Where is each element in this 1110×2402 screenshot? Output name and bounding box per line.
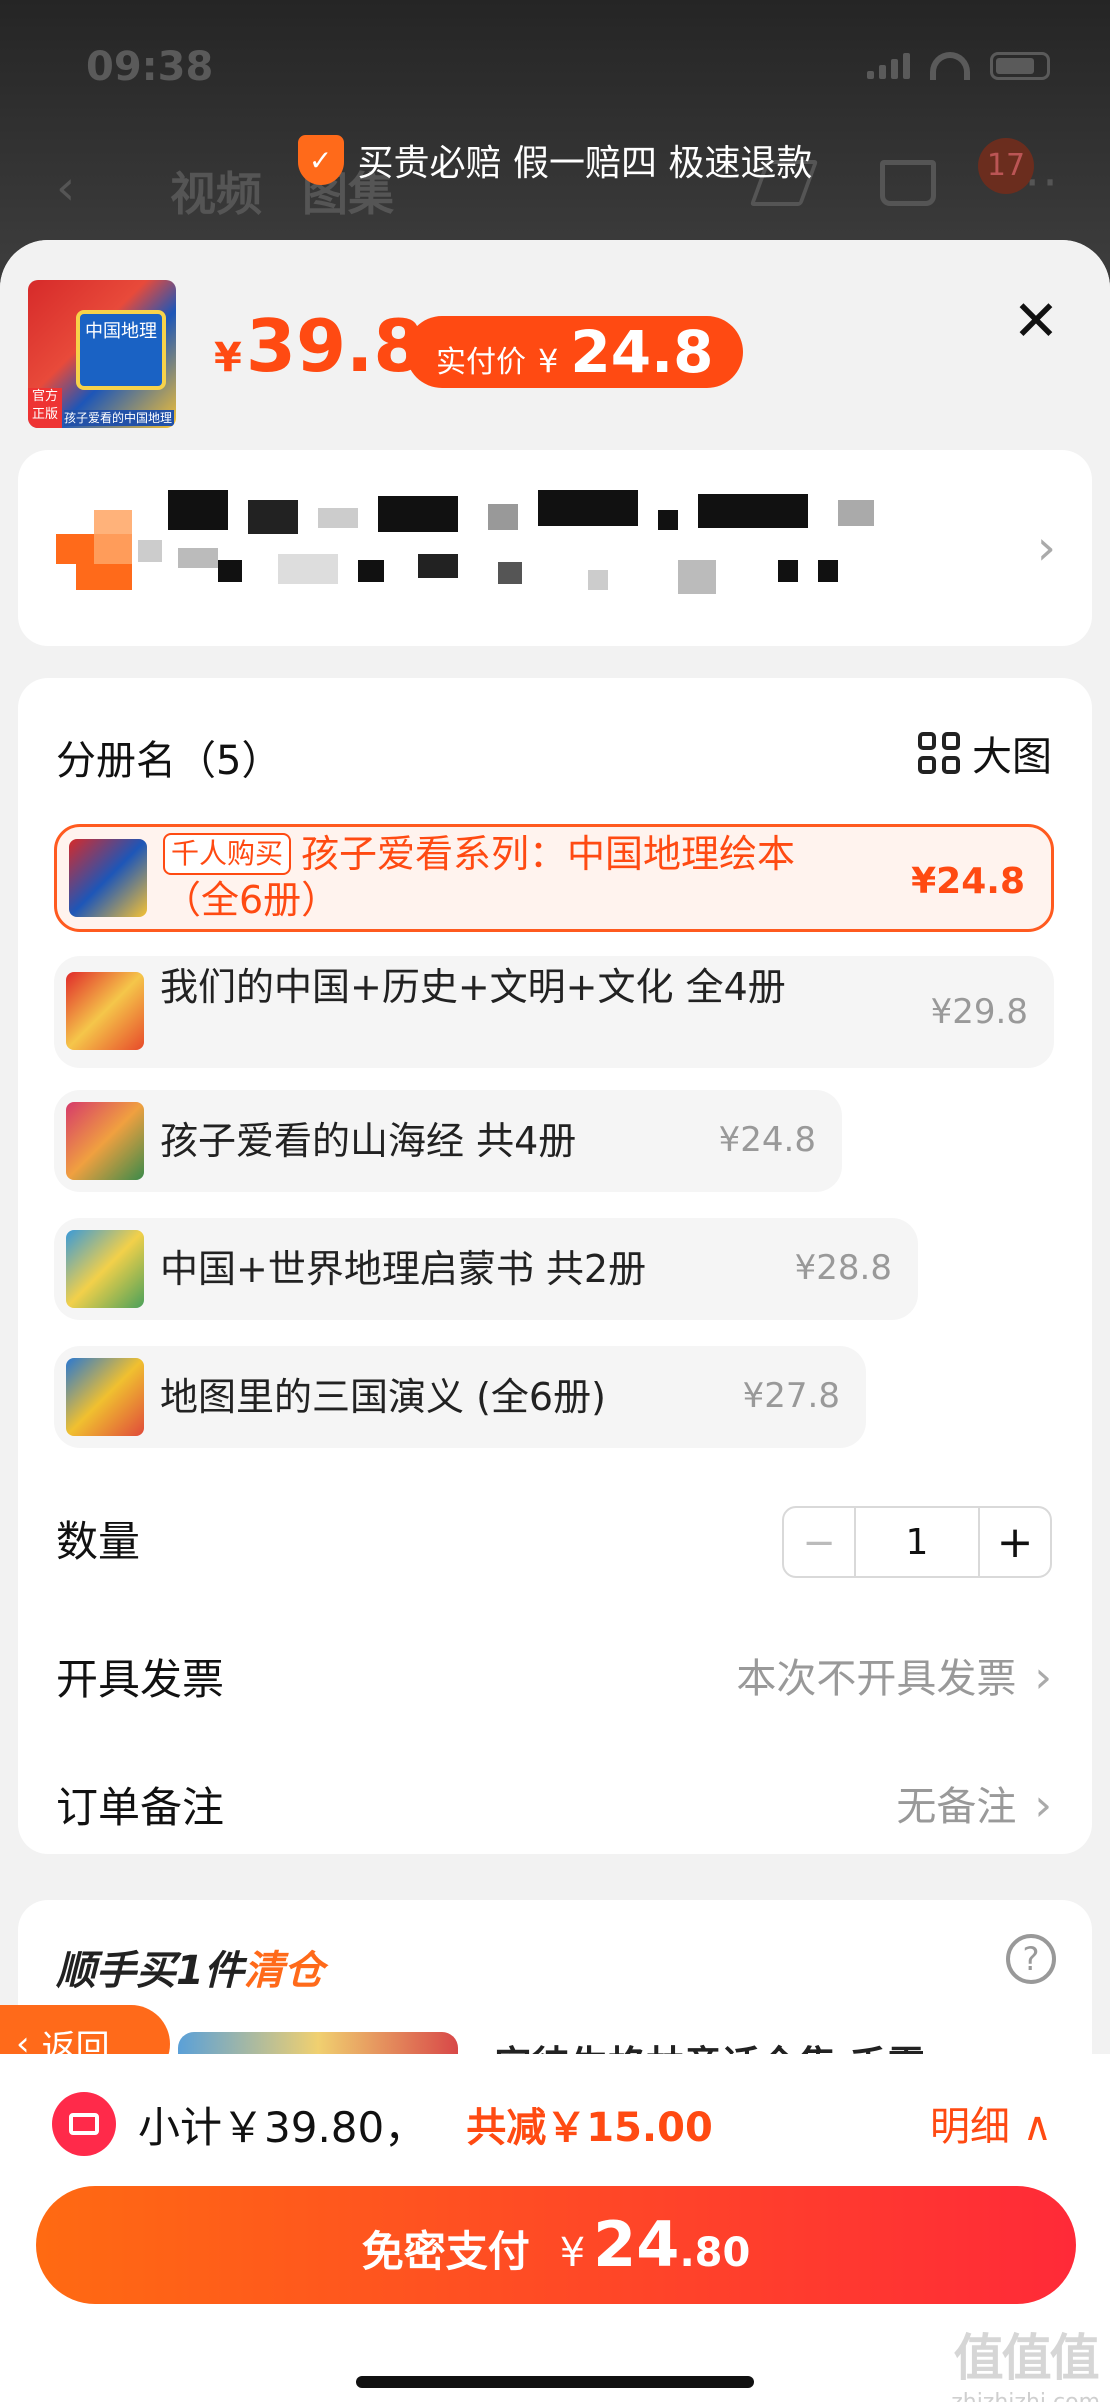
addon-title: 顺手买1件清仓 — [56, 1938, 324, 1996]
watermark-site: zhizhizhi.com — [951, 2390, 1100, 2402]
pay-button-decimal: .80 — [679, 2230, 751, 2276]
variant-option[interactable]: 地图里的三国演义 (全6册) ¥27.8 — [54, 1346, 866, 1448]
address-chevron-right-icon: › — [1036, 520, 1056, 576]
price-currency: ¥ — [214, 335, 242, 381]
variant-thumbnail — [66, 1230, 144, 1308]
note-label: 订单备注 — [56, 1783, 225, 1832]
purchase-sheet: 中国地理 官方正版 孩子爱看的中国地理 ¥39.8 实付价 ¥ 24.8 ✕ ›… — [0, 240, 1110, 2402]
subtotal-text: 小计￥39.80， — [138, 2102, 427, 2152]
status-icons — [867, 52, 1050, 80]
increase-button[interactable]: + — [980, 1508, 1050, 1576]
guarantee-text: 买贵必赔 假一赔四 极速退款 — [357, 143, 813, 184]
actual-price-value: 24.8 — [570, 318, 714, 386]
thumbnail-caption: 孩子爱看的中国地理 — [64, 410, 174, 426]
variant-option[interactable]: 中国+世界地理启蒙书 共2册 ¥28.8 — [54, 1218, 918, 1320]
variant-name: 中国+世界地理启蒙书 共2册 — [160, 1247, 647, 1291]
watermark-logo: 值值值 — [953, 2329, 1100, 2387]
variant-name: 我们的中国+历史+文明+文化 全4册 — [160, 965, 786, 1009]
checkout-footer: 小计￥39.80， 共减￥15.00 明细 ∧ 免密支付 ¥ 24 .80 — [0, 2054, 1110, 2402]
options-card: 分册名（5） 大图 千人购买 孩子爱看系列：中国地理绘本（全6册） ¥24.8 我… — [18, 678, 1092, 1854]
status-time: 09:38 — [86, 44, 214, 90]
popular-badge: 千人购买 — [163, 833, 292, 875]
close-icon[interactable]: ✕ — [1006, 292, 1066, 352]
guarantee-banner: ✓ 买贵必赔 假一赔四 极速退款 — [0, 134, 1110, 186]
variant-thumbnail — [69, 839, 147, 917]
signal-icon — [867, 53, 910, 79]
sheet-header: 中国地理 官方正版 孩子爱看的中国地理 ¥39.8 实付价 ¥ 24.8 ✕ — [0, 240, 1110, 440]
note-row[interactable]: 订单备注 无备注 › — [56, 1774, 1052, 1834]
address-redacted — [138, 490, 878, 610]
battery-icon — [990, 52, 1050, 80]
variant-thumbnail — [66, 1102, 144, 1180]
variant-price: ¥24.8 — [911, 861, 1025, 902]
background-app: 09:38 ‹ 视频 图集 ··· 17 — [0, 0, 1110, 260]
decrease-button[interactable]: − — [784, 1508, 854, 1576]
quantity-value[interactable]: 1 — [854, 1508, 980, 1576]
shield-check-icon: ✓ — [297, 135, 344, 185]
invoice-value-text: 本次不开具发票 — [736, 1656, 1017, 1702]
quantity-row: 数量 − 1 + — [56, 1506, 1052, 1578]
variant-name: 地图里的三国演义 (全6册) — [160, 1375, 606, 1419]
home-indicator[interactable] — [356, 2376, 754, 2388]
big-view-label: 大图 — [972, 734, 1052, 780]
quantity-stepper[interactable]: − 1 + — [782, 1506, 1052, 1578]
variant-price: ¥27.8 — [742, 1376, 840, 1416]
pay-button[interactable]: 免密支付 ¥ 24 .80 — [36, 2186, 1076, 2304]
wifi-icon — [930, 52, 970, 80]
invoice-label: 开具发票 — [56, 1655, 225, 1704]
addon-title-accent: 清仓 — [243, 1948, 324, 1994]
variant-thumbnail — [66, 1358, 144, 1436]
thumbnail-official-tag: 官方正版 — [28, 388, 62, 428]
price-value: 39.8 — [245, 304, 424, 388]
variant-option-selected[interactable]: 千人购买 孩子爱看系列：中国地理绘本（全6册） ¥24.8 — [54, 824, 1054, 932]
invoice-row[interactable]: 开具发票 本次不开具发票 › — [56, 1646, 1052, 1706]
product-thumbnail[interactable]: 中国地理 官方正版 孩子爱看的中国地理 — [28, 280, 176, 428]
invoice-value: 本次不开具发票 › — [736, 1646, 1052, 1704]
note-value: 无备注 › — [896, 1774, 1052, 1832]
big-view-toggle[interactable]: 大图 — [918, 724, 1052, 782]
thumbnail-book-title: 中国地理 — [76, 310, 166, 390]
addon-title-prefix: 顺手买1件 — [56, 1948, 244, 1994]
variant-section-title: 分册名（5） — [56, 738, 282, 784]
product-price: ¥39.8 — [214, 310, 424, 382]
variant-name: 孩子爱看的山海经 共4册 — [160, 1119, 577, 1163]
subtotal-row: 小计￥39.80， 共减￥15.00 — [52, 2092, 713, 2156]
quantity-label: 数量 — [56, 1517, 141, 1566]
address-card[interactable]: › — [18, 450, 1092, 646]
pay-button-currency: ¥ — [559, 2230, 586, 2276]
invoice-chevron-right-icon: › — [1034, 1652, 1052, 1703]
variant-option[interactable]: 孩子爱看的山海经 共4册 ¥24.8 — [54, 1090, 842, 1192]
discount-text: 共减￥15.00 — [466, 2105, 713, 2151]
variant-price: ¥28.8 — [794, 1248, 892, 1288]
actual-price-pill: 实付价 ¥ 24.8 — [406, 316, 744, 388]
actual-price-currency: ¥ — [538, 342, 559, 380]
variant-name: 千人购买 孩子爱看系列：中国地理绘本（全6册） — [163, 831, 853, 923]
status-bar: 09:38 — [0, 0, 1110, 140]
location-logo-icon — [56, 510, 136, 590]
pay-button-amount: 24 — [593, 2208, 680, 2281]
variant-thumbnail — [66, 972, 144, 1050]
actual-price-label: 实付价 — [436, 345, 526, 380]
variant-price: ¥29.8 — [930, 992, 1028, 1032]
note-chevron-right-icon: › — [1034, 1780, 1052, 1831]
help-icon[interactable]: ? — [1006, 1934, 1056, 1984]
coupon-ticket-icon — [52, 2092, 116, 2156]
pay-button-label: 免密支付 — [361, 2227, 530, 2276]
watermark: 值值值 zhizhizhi.com — [951, 2318, 1100, 2402]
price-detail-button[interactable]: 明细 ∧ — [930, 2094, 1052, 2152]
grid-icon — [918, 732, 960, 774]
note-value-text: 无备注 — [896, 1784, 1017, 1830]
variant-option[interactable]: 我们的中国+历史+文明+文化 全4册 ¥29.8 — [54, 956, 1054, 1068]
variant-price: ¥24.8 — [718, 1120, 816, 1160]
